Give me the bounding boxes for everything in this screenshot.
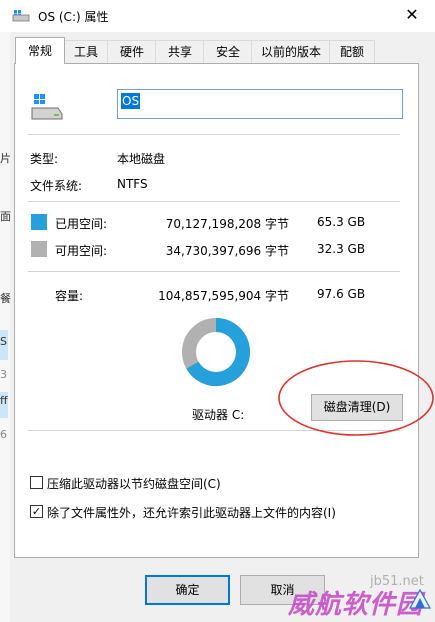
- used-space-gb: 65.3 GB: [317, 215, 366, 229]
- ok-button[interactable]: 确定: [145, 575, 230, 605]
- background-window-edge: [0, 32, 10, 622]
- watermark-text: 威航软件园: [288, 590, 424, 620]
- background-text: 片: [0, 152, 11, 165]
- compress-drive-label: 压缩此驱动器以节约磁盘空间(C): [47, 477, 221, 491]
- close-button[interactable]: ✕: [389, 0, 435, 32]
- divider: [28, 430, 400, 431]
- free-space-bytes: 34,730,397,696 字节: [165, 244, 289, 258]
- file-system-label: 文件系统:: [30, 179, 83, 193]
- disk-cleanup-button[interactable]: 磁盘清理(D): [311, 394, 403, 421]
- index-contents-label: 除了文件属性外，还允许索引此驱动器上文件的内容(I): [47, 506, 336, 520]
- background-text: 3: [0, 368, 7, 381]
- tab-hardware[interactable]: 硬件: [107, 40, 157, 63]
- tab-previous-versions[interactable]: 以前的版本: [251, 40, 331, 63]
- free-space-swatch: [31, 241, 47, 257]
- tab-tools[interactable]: 工具: [63, 40, 109, 63]
- drive-name-value: OS: [121, 93, 141, 109]
- close-icon: ✕: [405, 5, 419, 24]
- checkmark-icon: ✓: [31, 505, 42, 518]
- local-disk-icon: [31, 94, 63, 120]
- drive-icon: [12, 10, 30, 22]
- drive-label: 驱动器 C:: [192, 408, 245, 422]
- watermark-logo: [408, 588, 432, 609]
- drive-name-input[interactable]: OS: [117, 89, 403, 119]
- capacity-label: 容量:: [55, 289, 84, 303]
- divider: [28, 271, 400, 272]
- type-label: 类型:: [30, 152, 59, 166]
- title-bar: OS (C:) 属性 ✕: [0, 0, 435, 32]
- divider: [28, 201, 400, 202]
- background-text: 6: [0, 428, 7, 441]
- index-contents-checkbox[interactable]: ✓: [30, 505, 43, 518]
- used-space-bytes: 70,127,198,208 字节: [165, 217, 289, 231]
- file-system-value: NTFS: [117, 177, 148, 191]
- free-space-gb: 32.3 GB: [317, 242, 366, 256]
- capacity-bytes: 104,857,595,904 字节: [158, 289, 289, 303]
- tab-security[interactable]: 安全: [203, 40, 253, 63]
- window-title: OS (C:) 属性: [38, 10, 109, 24]
- used-space-label: 已用空间:: [55, 217, 108, 231]
- type-value: 本地磁盘: [117, 152, 166, 166]
- background-text: 面: [0, 210, 11, 223]
- compress-drive-checkbox[interactable]: [30, 476, 43, 489]
- disk-usage-donut: [182, 318, 250, 386]
- tab-sharing[interactable]: 共享: [155, 40, 205, 63]
- background-text: 餐: [0, 292, 11, 305]
- capacity-gb: 97.6 GB: [317, 287, 366, 301]
- tab-quota[interactable]: 配额: [329, 40, 375, 63]
- tab-general[interactable]: 常规: [15, 37, 65, 64]
- used-space-swatch: [31, 214, 47, 230]
- background-text: ff: [0, 394, 8, 407]
- background-text: S: [0, 335, 7, 348]
- divider: [28, 134, 400, 135]
- free-space-label: 可用空间:: [55, 244, 108, 258]
